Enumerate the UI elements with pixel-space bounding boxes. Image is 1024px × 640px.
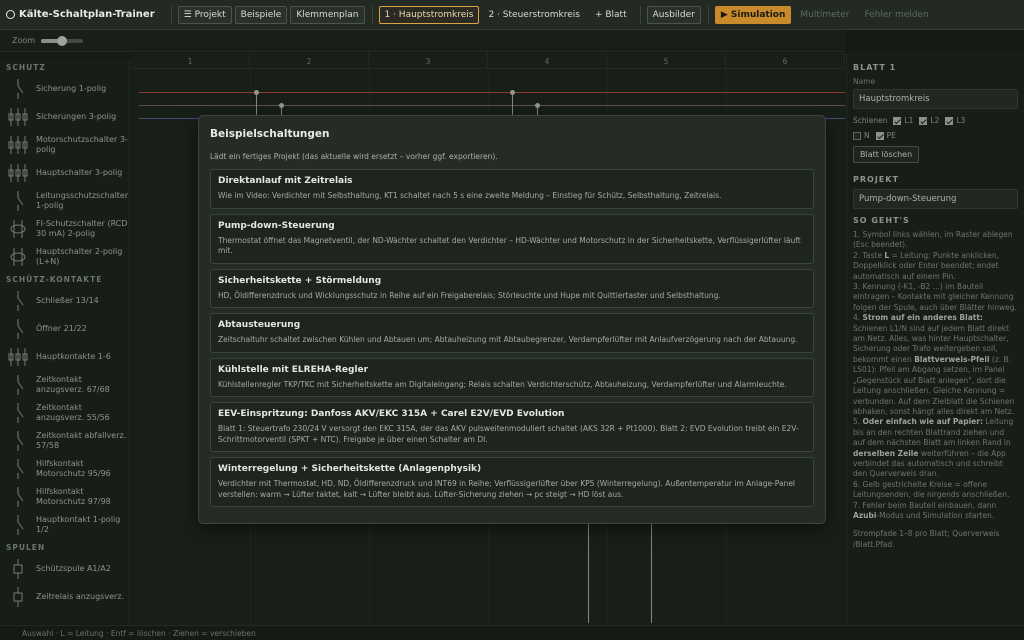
example-title: Sicherheitskette + Störmeldung xyxy=(218,275,382,286)
example-card[interactable]: Pump-down-Steuerung Thermostat öffnet das… xyxy=(210,213,814,264)
example-list: Direktanlauf mit Zeitrelais Wie im Video:… xyxy=(210,169,814,507)
sim-group: ▶ Simulation Multimeter Fehler melden xyxy=(707,5,938,24)
add-sheet-button[interactable]: + Blatt xyxy=(589,6,633,24)
example-description: Zeitschaltuhr schaltet zwischen Kühlen u… xyxy=(218,335,798,344)
example-title: EEV-Einspritzung: Danfoss AKV/EKC 315A +… xyxy=(218,409,565,419)
beispiele-button[interactable]: Beispiele xyxy=(234,5,288,24)
app-title: Kälte-Schaltplan-Trainer xyxy=(6,9,155,20)
klemmenplan-button[interactable]: Klemmenplan xyxy=(290,5,365,24)
example-title: Direktanlauf mit Zeitrelais xyxy=(218,176,353,186)
example-card[interactable]: Abtausteuerung Zeitschaltuhr schaltet zwi… xyxy=(210,313,814,353)
examples-dialog: Beispielschaltungen Lädt ein fertiges Pr… xyxy=(198,115,826,524)
tab-hauptstromkreis[interactable]: 1 · Hauptstromkreis xyxy=(378,5,480,24)
example-description: Blatt 1: Steuertrafo 230/24 V versorgt d… xyxy=(218,424,799,444)
projekt-button[interactable]: ☰ Projekt xyxy=(177,5,232,24)
example-card[interactable]: EEV-Einspritzung: Danfoss AKV/EKC 315A +… xyxy=(210,402,814,452)
app-title-text: Kälte-Schaltplan-Trainer xyxy=(19,9,155,20)
app-root: Kälte-Schaltplan-Trainer ☰ Projekt Beisp… xyxy=(0,0,1024,640)
mode-group: Ausbilder xyxy=(639,5,704,24)
example-card[interactable]: Kühlstelle mit ELREHA-Regler Kühlstellenr… xyxy=(210,357,814,397)
example-title: Winterregelung + Sicherheitskette (Anlag… xyxy=(218,464,482,474)
example-card[interactable]: Winterregelung + Sicherheitskette (Anlag… xyxy=(210,457,814,507)
example-title: Kühlstelle mit ELREHA-Regler xyxy=(218,364,369,375)
snowflake-icon xyxy=(6,10,15,19)
example-description: Wie im Video: Verdichter mit Selbsthaltu… xyxy=(218,191,722,200)
example-card[interactable]: Direktanlauf mit Zeitrelais Wie im Video:… xyxy=(210,169,814,209)
tab-steuerstromkreis[interactable]: 2 · Steuerstromkreis xyxy=(482,6,585,24)
example-card[interactable]: Sicherheitskette + Störmeldung HD, Öldiff… xyxy=(210,268,814,308)
example-title: Pump-down-Steuerung xyxy=(218,220,335,231)
fehler-melden-button[interactable]: Fehler melden xyxy=(858,6,934,24)
sheet-tabs: 1 · Hauptstromkreis 2 · Steuerstromkreis… xyxy=(371,5,636,24)
example-title: Abtausteuerung xyxy=(218,320,301,330)
multimeter-button[interactable]: Multimeter xyxy=(794,6,855,24)
example-description: HD, Öldifferenzdruck und Wicklungsschutz… xyxy=(218,290,721,300)
top-toolbar: Kälte-Schaltplan-Trainer ☰ Projekt Beisp… xyxy=(0,0,1024,30)
simulation-button[interactable]: ▶ Simulation xyxy=(714,5,792,24)
project-menu-group: ☰ Projekt Beispiele Klemmenplan xyxy=(170,5,368,24)
example-description: Verdichter mit Thermostat, HD, ND, Öldif… xyxy=(218,479,796,499)
dialog-title: Beispielschaltungen xyxy=(210,128,330,140)
ausbilder-button[interactable]: Ausbilder xyxy=(646,5,701,24)
example-description: Kühlstellenregler TKP/TKC mit Sicherheit… xyxy=(218,379,787,389)
dialog-subtitle: Lädt ein fertiges Projekt (das aktuelle … xyxy=(210,152,498,161)
example-description: Thermostat öffnet das Magnetventil, der … xyxy=(218,235,801,256)
